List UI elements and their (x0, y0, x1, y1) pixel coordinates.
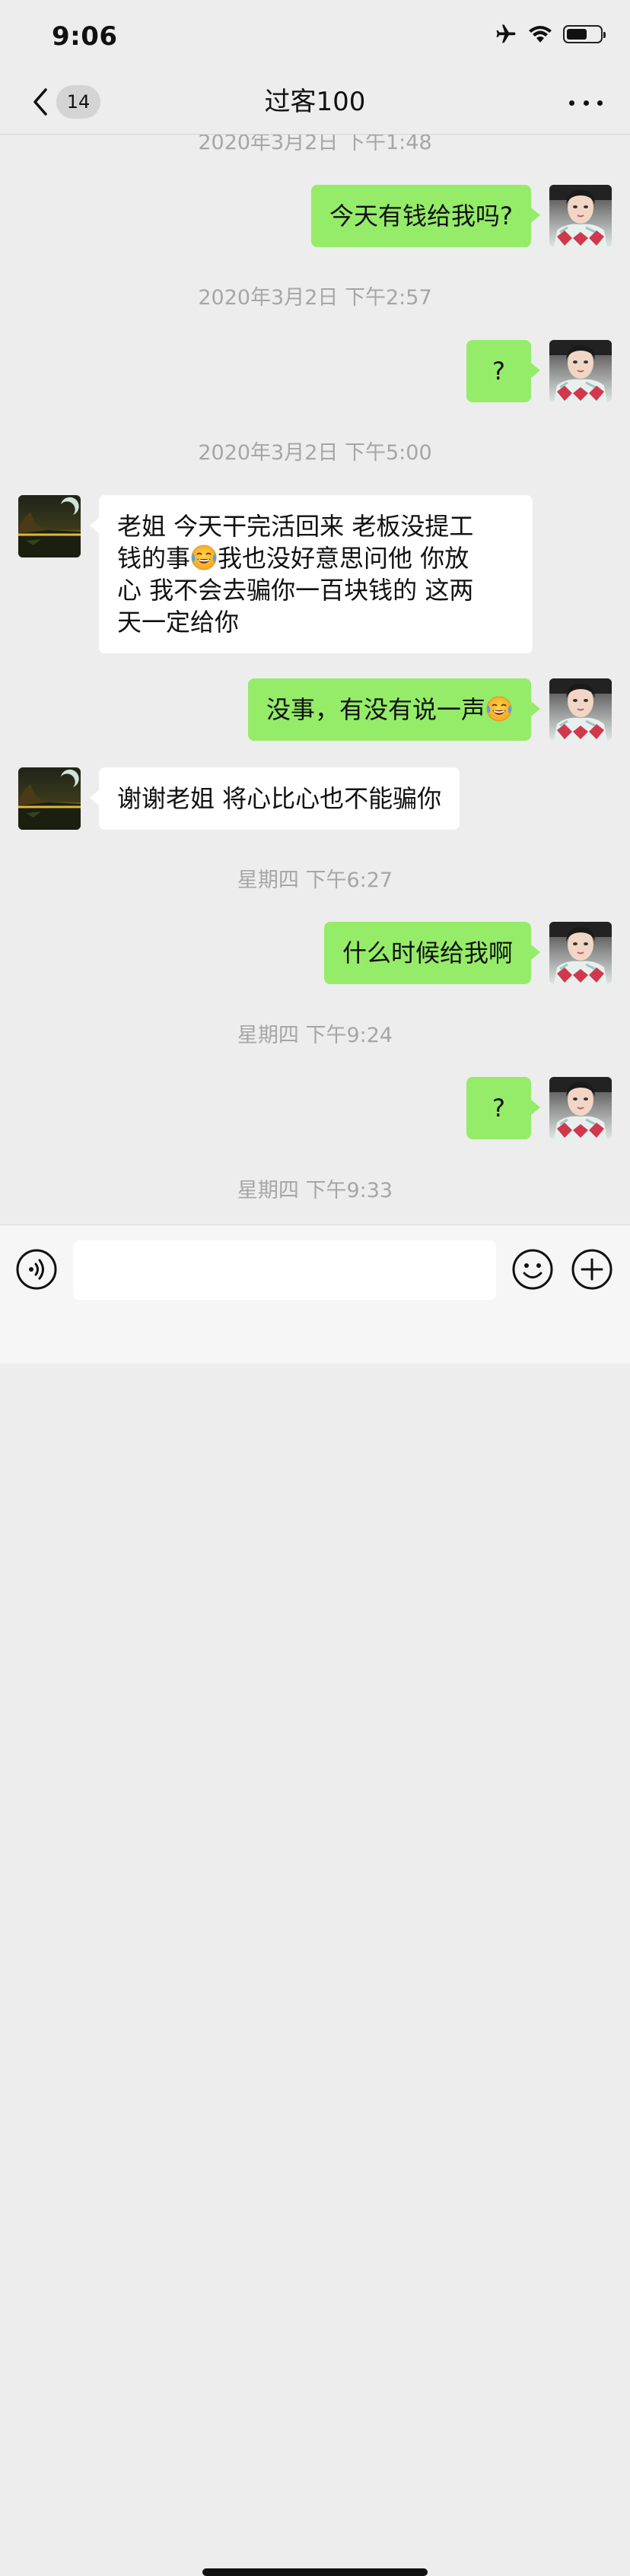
battery-level (567, 29, 587, 40)
message-text: 没事，有没有说一声 (266, 695, 485, 724)
status-bar: 9:06 (0, 0, 630, 76)
message-line: 天一定给你 (117, 608, 240, 637)
emoji-icon (512, 1249, 553, 1290)
message-timestamp: 2020年3月2日 下午5:00 (198, 441, 432, 465)
message-list[interactable]: 2020年3月2日 下午1:48 今天有钱给我吗? 2020年3月2日 下午2:… (0, 135, 630, 1224)
message-timestamp: 2020年3月2日 下午1:48 (198, 135, 432, 154)
voice-icon (16, 1249, 57, 1290)
input-bar (0, 1224, 630, 2576)
message-timestamp: 星期四 下午9:33 (237, 1179, 393, 1202)
message-input[interactable] (73, 1240, 496, 1300)
message-timestamp: 星期四 下午6:27 (237, 869, 393, 892)
avatar-contact[interactable] (18, 495, 81, 557)
avatar-self[interactable] (549, 340, 612, 402)
chat-title: 过客100 (264, 87, 366, 117)
crying-laughing-emoji (485, 695, 513, 723)
outgoing-message-bubble[interactable]: ? (466, 1077, 540, 1139)
emoji-button[interactable] (511, 1248, 554, 1291)
voice-button[interactable] (15, 1248, 58, 1291)
more-functions-button[interactable] (571, 1248, 613, 1291)
plus-icon (571, 1249, 612, 1290)
more-button[interactable] (569, 91, 603, 114)
message-line: 心 我不会去骗你一百块钱的 这两 (117, 576, 474, 605)
crying-laughing-emoji (190, 544, 218, 571)
avatar-self[interactable] (549, 185, 612, 247)
nav-bar: 14 过客100 (0, 76, 630, 135)
status-time: 9:06 (52, 21, 118, 52)
outgoing-message-bubble[interactable]: 今天有钱给我吗? (311, 185, 540, 247)
battery-icon (563, 25, 606, 43)
incoming-message-bubble[interactable]: 老姐 今天干完活回来 老板没提工 钱的事 我也没好意思问他 你放 心 我不会去骗你… (90, 495, 533, 653)
home-indicator[interactable] (202, 2568, 428, 2576)
outgoing-message-bubble[interactable]: ? (466, 340, 540, 402)
message-line: 老姐 今天干完活回来 老板没提工 (117, 512, 474, 541)
outgoing-message-bubble[interactable]: 没事，有没有说一声 (247, 678, 541, 741)
airplane-icon (496, 24, 516, 43)
more-icon (569, 100, 574, 106)
wifi-icon (529, 26, 552, 43)
avatar-self[interactable] (549, 678, 612, 741)
message-timestamp: 2020年3月2日 下午2:57 (198, 286, 432, 310)
avatar-contact[interactable] (18, 767, 81, 830)
avatar-self[interactable] (549, 922, 612, 984)
message-text: 钱的事 (117, 544, 191, 573)
avatar-self[interactable] (549, 1077, 612, 1139)
message-line: 钱的事 我也没好意思问他 你放 (117, 542, 514, 574)
message-text: 我也没好意思问他 你放 (218, 544, 469, 573)
outgoing-message-bubble[interactable]: 什么时候给我啊 (323, 922, 541, 984)
message-timestamp: 星期四 下午9:24 (237, 1024, 393, 1047)
status-icons (495, 23, 606, 46)
incoming-message-bubble[interactable]: 谢谢老姐 将心比心也不能骗你 (89, 767, 460, 830)
